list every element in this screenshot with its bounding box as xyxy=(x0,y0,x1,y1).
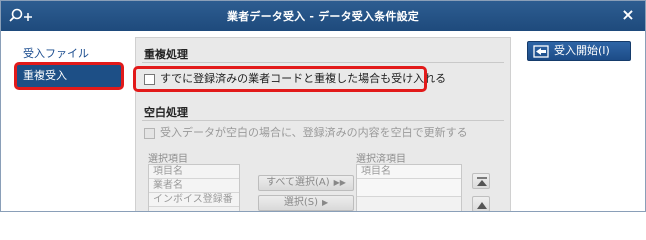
settings-pane: 重複処理 すでに登録済みの業者コードと重複した場合も受け入れる 空白処理 受入デ… xyxy=(133,37,511,211)
move-up-button[interactable] xyxy=(472,196,490,211)
list-item[interactable]: 項目名 xyxy=(149,165,239,179)
arrow-right-icon: ▶ xyxy=(322,198,329,207)
title-bar: 業者データ受入 - データ受入条件設定 × xyxy=(1,1,645,31)
section-divider xyxy=(142,62,504,63)
move-top-button[interactable] xyxy=(472,173,490,189)
blank-section-title: 空白処理 xyxy=(144,106,188,119)
action-pane: 受入開始(I) xyxy=(521,37,645,211)
close-icon[interactable]: × xyxy=(619,6,637,24)
list-item[interactable] xyxy=(357,179,461,197)
double-arrow-right-icon: ▶▶ xyxy=(333,178,346,187)
list-item[interactable]: 業者名 xyxy=(149,179,239,193)
checkbox-highlight-annotation xyxy=(133,66,427,92)
dialog-window: 業者データ受入 - データ受入条件設定 × 受入ファイル 重複受入 重複処理 す… xyxy=(0,0,646,212)
nav-pane: 受入ファイル 重複受入 xyxy=(11,37,125,211)
move-top-icon xyxy=(477,177,487,186)
move-up-icon xyxy=(477,202,487,209)
blank-checkbox-label: 受入データが空白の場合に、登録済みの内容を空白で更新する xyxy=(160,126,468,139)
blank-checkbox-row[interactable]: 受入データが空白の場合に、登録済みの内容を空白で更新する xyxy=(144,123,468,143)
list-item[interactable]: インボイス登録番 xyxy=(149,193,239,207)
select-button[interactable]: 選択(S) ▶ xyxy=(258,195,354,211)
window-title: 業者データ受入 - データ受入条件設定 xyxy=(226,10,420,23)
duplicate-section-title: 重複処理 xyxy=(144,48,188,61)
select-all-button[interactable]: すべて選択(A) ▶▶ xyxy=(258,175,354,191)
nav-highlight-annotation xyxy=(14,62,124,90)
target-list-label: 選択済項目 xyxy=(356,154,406,165)
start-import-button[interactable]: 受入開始(I) xyxy=(527,41,631,61)
source-list-label: 選択項目 xyxy=(148,154,188,165)
target-list[interactable]: 項目名 xyxy=(356,164,462,211)
blank-checkbox[interactable] xyxy=(144,127,155,139)
source-list[interactable]: 項目名 業者名 インボイス登録番 xyxy=(148,164,240,211)
section-divider xyxy=(142,120,504,121)
list-item[interactable]: 項目名 xyxy=(357,165,461,179)
import-icon xyxy=(533,45,549,64)
